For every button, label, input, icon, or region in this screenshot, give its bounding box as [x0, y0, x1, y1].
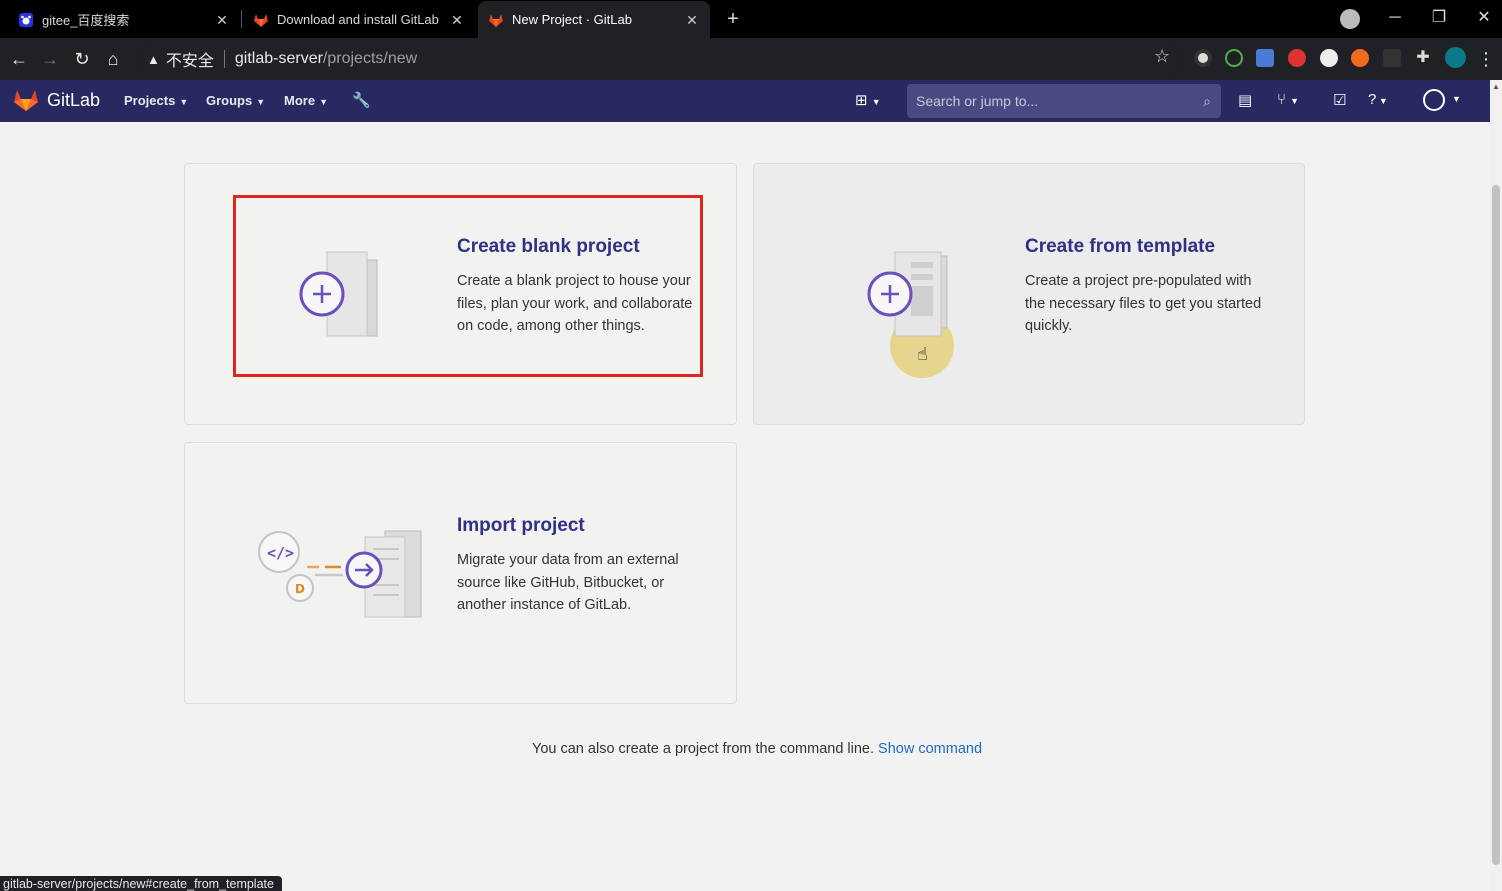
card-title[interactable]: Create from template — [1025, 236, 1215, 258]
merge-requests-icon[interactable]: ⑂ ▼ — [1277, 91, 1299, 108]
close-icon[interactable]: ✕ — [684, 12, 700, 28]
tab-search-icon[interactable] — [1340, 9, 1360, 29]
gitlab-home-link[interactable]: GitLab — [13, 88, 100, 112]
warning-icon: ▲ — [147, 51, 160, 67]
user-avatar-icon[interactable] — [1423, 89, 1445, 111]
show-command-link[interactable]: Show command — [878, 741, 982, 757]
forward-icon[interactable]: → — [38, 47, 62, 71]
chevron-down-icon: ▼ — [256, 97, 266, 107]
groups-menu[interactable]: Groups ▼ — [206, 93, 265, 108]
gitlab-icon — [488, 12, 504, 28]
profile-avatar[interactable] — [1445, 47, 1466, 68]
lock-extension-icon[interactable] — [1383, 49, 1401, 67]
gitlab-logo-icon — [14, 90, 38, 111]
browser-tab-strip: gitee_百度搜索 ✕ Download and install GitLab… — [0, 0, 1502, 38]
url-path: /projects/new — [322, 50, 418, 67]
command-line-hint: You can also create a project from the c… — [532, 741, 982, 757]
hand-cursor-icon: ☝ — [917, 344, 928, 364]
svg-text:</>: </> — [267, 544, 294, 562]
extension-icon[interactable] — [1351, 49, 1369, 67]
tab-separator — [241, 10, 242, 28]
browser-tab-baidu[interactable]: gitee_百度搜索 ✕ — [8, 1, 240, 38]
selection-highlight — [233, 195, 703, 377]
admin-wrench-icon[interactable]: 🔧 — [352, 91, 371, 109]
tab-title: New Project · GitLab — [512, 12, 632, 27]
tab-title: Download and install GitLab | G — [277, 12, 443, 27]
new-tab-button[interactable]: + — [722, 8, 744, 30]
browser-tab-new-project[interactable]: New Project · GitLab ✕ — [478, 1, 710, 38]
close-icon[interactable]: ✕ — [449, 12, 465, 28]
template-project-illustration — [867, 251, 948, 337]
back-icon[interactable]: ← — [7, 47, 31, 71]
search-icon: ⌕ — [1203, 93, 1211, 109]
minimize-icon[interactable]: ─ — [1382, 6, 1408, 30]
puzzle-icon[interactable]: ✚ — [1414, 49, 1432, 67]
card-title[interactable]: Import project — [457, 515, 585, 537]
reload-icon[interactable]: ↻ — [70, 47, 94, 71]
tab-title: gitee_百度搜索 — [42, 13, 130, 28]
adblock-icon[interactable] — [1288, 49, 1306, 67]
todos-icon[interactable]: ☑ — [1333, 91, 1346, 109]
window-close-icon[interactable]: ✕ — [1471, 6, 1497, 30]
scroll-up-icon[interactable]: ▲ — [1492, 82, 1500, 91]
projects-menu[interactable]: Projects ▼ — [124, 93, 188, 108]
new-item-icon[interactable]: ⊞ ▼ — [855, 91, 881, 109]
extension-icon[interactable] — [1225, 49, 1243, 67]
svg-text:D: D — [295, 582, 305, 596]
browser-toolbar: ← → ↻ ⌂ ▲ 不安全 gitlab-server/projects/new… — [0, 38, 1502, 80]
gitlab-icon — [253, 12, 269, 28]
scrollbar-thumb[interactable] — [1492, 185, 1500, 865]
browser-status-url: gitlab-server/projects/new#create_from_t… — [0, 876, 282, 891]
page-scrollbar[interactable]: ▲ — [1490, 80, 1502, 891]
command-line-text: You can also create a project from the c… — [532, 741, 875, 757]
url-host: gitlab-server — [234, 50, 323, 67]
browser-menu-icon[interactable]: ⋮ — [1474, 47, 1498, 71]
restore-icon[interactable]: ❐ — [1426, 6, 1452, 30]
security-label: 不安全 — [165, 53, 214, 70]
chevron-down-icon[interactable]: ▼ — [1452, 94, 1461, 104]
card-description: Migrate your data from an external sourc… — [457, 552, 679, 613]
create-from-template-card[interactable]: ☝ Create from template Create a project … — [753, 163, 1305, 425]
chevron-down-icon: ▼ — [179, 97, 189, 107]
issues-icon[interactable]: ▤ — [1238, 91, 1252, 109]
close-icon[interactable]: ✕ — [214, 12, 230, 28]
translate-icon[interactable] — [1256, 49, 1274, 67]
baidu-icon — [18, 12, 34, 28]
import-project-illustration: </> D — [258, 530, 422, 618]
search-input[interactable]: Search or jump to... ⌕ — [907, 84, 1221, 118]
bookmark-star-icon[interactable]: ☆ — [1154, 46, 1170, 67]
more-menu[interactable]: More ▼ — [284, 93, 328, 108]
search-placeholder: Search or jump to... — [916, 93, 1039, 109]
gitlab-navbar: GitLab Projects ▼ Groups ▼ More ▼ 🔧 ⊞ ▼ Sea… — [0, 80, 1490, 122]
chevron-down-icon: ▼ — [319, 97, 328, 107]
card-description: Create a project pre-populated with the … — [1025, 273, 1262, 334]
import-project-card[interactable]: </> D Import project Migrate your data f… — [184, 442, 737, 704]
home-icon[interactable]: ⌂ — [101, 47, 125, 71]
browser-tab-gitlab-install[interactable]: Download and install GitLab | G ✕ — [243, 1, 475, 38]
address-bar[interactable]: ▲ 不安全 gitlab-server/projects/new — [137, 42, 1182, 76]
extension-icon[interactable] — [1320, 49, 1338, 67]
help-icon[interactable]: ? ▼ — [1368, 91, 1388, 108]
extension-icon[interactable] — [1194, 49, 1212, 67]
divider — [223, 50, 225, 68]
brand-name: GitLab — [47, 89, 101, 110]
